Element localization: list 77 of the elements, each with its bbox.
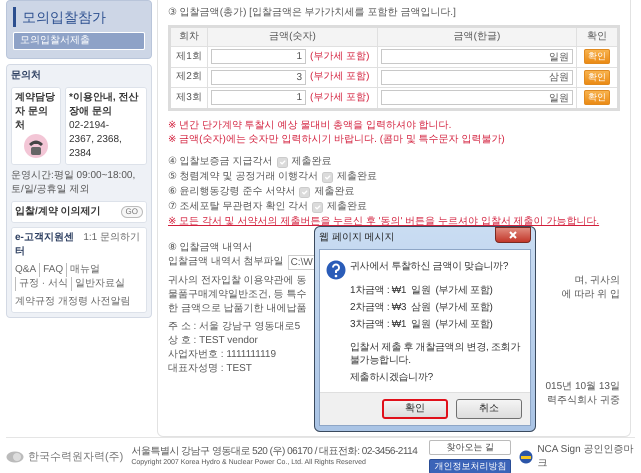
- company-logo-text: 한국수력원자력(주): [28, 450, 124, 464]
- support-link[interactable]: 계약규정 개정령 사전알림: [15, 295, 134, 309]
- file-label: 입찰금액 내역서 첨부파일: [168, 255, 284, 269]
- column-header: 회차: [170, 26, 208, 46]
- hours-text: 운영시간:평일 09:00~18:00, 토/일/공휴일 제외: [11, 169, 136, 197]
- amount-field[interactable]: 3: [211, 70, 306, 85]
- contract-contact-label: 계약담당자 문의처: [15, 91, 56, 133]
- amount-field[interactable]: 1: [211, 90, 306, 106]
- support-link[interactable]: 매뉴얼: [66, 263, 104, 277]
- column-header: 금액(숫자): [208, 26, 378, 46]
- section-heading: ⑧ 입찰금액 내역서: [168, 240, 254, 254]
- status-text: 제출완료: [314, 185, 354, 199]
- declaration-label: ⑤ 청렴계약 및 공정거래 이행각서: [168, 170, 318, 184]
- round-cell: 제1회: [170, 46, 208, 67]
- vendor-info: 대표자성명 : TEST: [168, 362, 252, 376]
- amount-korean-field[interactable]: 삼원: [381, 70, 573, 84]
- amount-line: 3차금액 : ₩1 일원 (부가세 포함): [350, 318, 494, 332]
- footer-button[interactable]: 개인정보처리방침: [429, 458, 512, 473]
- agreement-text: 한 금액으로 납품기한 내에납품: [168, 302, 306, 316]
- vat-note: (부가세 포함): [310, 50, 370, 64]
- go-button[interactable]: GO: [120, 206, 143, 218]
- notice-text: ※ 년간 단가계약 투찰시 예상 물대비 총액을 입력하셔야 합니다.: [168, 118, 452, 132]
- phone-number: 02-2194-: [69, 119, 110, 133]
- agreement-text: 에 따라 위 입: [562, 288, 620, 302]
- inquiry-link[interactable]: 1:1 문의하기: [83, 231, 143, 259]
- column-header: 금액(한글): [378, 26, 576, 46]
- question-icon: [326, 260, 346, 280]
- close-icon: [509, 231, 517, 239]
- amount-korean-field[interactable]: 일원: [381, 90, 573, 105]
- round-cell: 제2회: [170, 67, 208, 88]
- certification-text: NCA Sign 공인인증마크: [537, 442, 634, 470]
- notice-text: ※ 금액(숫자)에는 숫자만 입력하시기 바랍니다. (콤마 및 특수문자 입력불가): [168, 132, 506, 146]
- declaration-label: ⑥ 윤리행동강령 준수 서약서: [168, 185, 296, 199]
- agreement-text: 며, 귀사의: [574, 274, 620, 288]
- vendor-info: 상 호 : TEST vendor: [168, 334, 258, 348]
- support-title: e-고객지원센터: [15, 231, 75, 259]
- dialog-button[interactable]: 취소: [456, 399, 522, 419]
- objection-label: 입찰/계약 이의제기: [15, 205, 101, 219]
- vat-note: (부가세 포함): [310, 90, 370, 105]
- status-text: 제출완료: [292, 155, 332, 169]
- vat-note: (부가세 포함): [310, 70, 370, 84]
- dialog-message: 입찰서 제출 후 개찰금액의 변경, 조회가 불가능합니다.: [350, 341, 522, 367]
- agreement-text: 물품구매계약일반조건, 등 특수: [168, 288, 306, 302]
- column-header: 확인: [576, 26, 618, 46]
- support-link[interactable]: Q&A: [15, 263, 40, 277]
- agreement-text: 귀사의 전자입찰 이용약관에 동: [168, 274, 306, 288]
- amount-field[interactable]: 1: [211, 49, 306, 64]
- amount-line: 1차금액 : ₩1 일원 (부가세 포함): [350, 284, 494, 298]
- phone-icon: [23, 133, 49, 159]
- vendor-info: 주 소 : 서울 강남구 영동대로5: [168, 320, 300, 334]
- support-link[interactable]: 규정 · 서식: [15, 277, 71, 291]
- declaration-label: ④ 입찰보증금 지급각서: [168, 155, 273, 169]
- close-button[interactable]: [495, 227, 531, 243]
- declaration-label: ⑦ 조세포탈 무관련자 확인 각서: [168, 200, 308, 214]
- phone-number: 2367, 2368, 2384: [69, 133, 123, 161]
- amount-korean-field[interactable]: 일원: [381, 49, 573, 64]
- dialog-button[interactable]: 확인: [382, 399, 448, 419]
- contact-title: 문의처: [11, 69, 42, 83]
- menu-title: 모의입찰참가: [13, 7, 145, 27]
- dialog-title: 웹 페이지 메시지: [319, 231, 395, 245]
- notice-text: ※ 모든 각서 및 서약서의 제출버튼을 누르신 후 '동의' 버튼을 누르셔야 입찰서 제출이 가능합니다.: [168, 214, 600, 228]
- footer-button[interactable]: 찾아오는 길: [429, 440, 512, 454]
- help-label: *이용안내, 전산장애 문의: [69, 91, 140, 119]
- address-text: 서울특별시 강남구 영동대로 520 (우) 06170 / 대표전화: 02-3456-2114: [131, 446, 418, 458]
- dialog-message: 귀사에서 투찰하신 금액이 맞습니까?: [350, 260, 510, 274]
- amount-line: 2차금액 : ₩3 삼원 (부가세 포함): [350, 301, 494, 315]
- dialog-message: 제출하시겠습니까?: [350, 371, 434, 385]
- logo-icon: [6, 450, 24, 462]
- closing-text: 력주식회사 귀중: [547, 394, 620, 408]
- vendor-info: 사업자번호 : 1111111119: [168, 348, 276, 362]
- support-link[interactable]: 일반자료실: [70, 277, 128, 291]
- closing-text: 015년 10월 13일: [546, 380, 620, 394]
- support-link[interactable]: FAQ: [39, 263, 66, 277]
- status-text: 제출완료: [327, 200, 368, 214]
- seal-icon: [519, 450, 534, 464]
- status-text: 제출완료: [337, 170, 378, 184]
- section-heading: ③ 입찰금액(총가) [입찰금액은 부가가치세를 포함한 금액입니다.]: [168, 6, 457, 20]
